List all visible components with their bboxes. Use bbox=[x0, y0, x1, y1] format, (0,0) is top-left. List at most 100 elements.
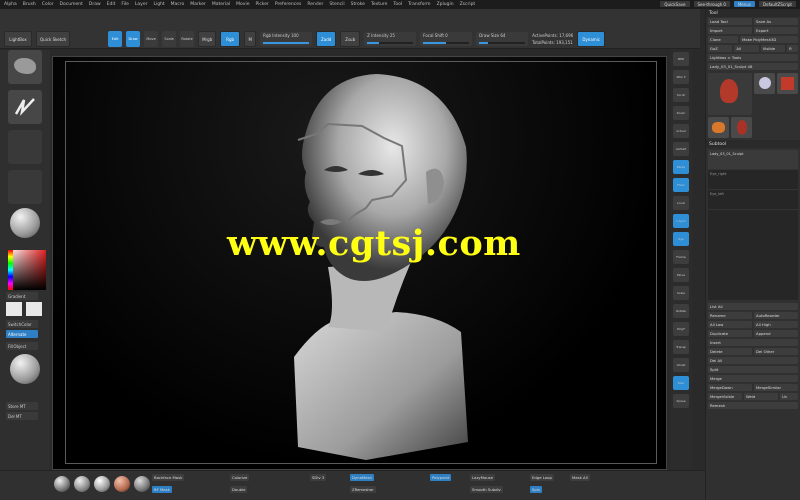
split-button[interactable]: Split bbox=[708, 366, 798, 373]
remesh-button[interactable]: Remesh bbox=[708, 402, 798, 409]
menu-item-layer[interactable]: Layer bbox=[135, 2, 148, 7]
tool-thumb-lady[interactable] bbox=[708, 73, 752, 115]
menu-item-document[interactable]: Document bbox=[60, 2, 83, 7]
lsym-button[interactable]: L.Sym bbox=[673, 214, 689, 228]
menu-item-file[interactable]: File bbox=[121, 2, 129, 7]
bpr-button[interactable]: BPR bbox=[673, 52, 689, 66]
load-tool-button[interactable]: Load Tool bbox=[708, 18, 752, 25]
alpha-thumb[interactable] bbox=[8, 130, 42, 164]
spix-button[interactable]: SPix 3 bbox=[673, 70, 689, 84]
merge-down-button[interactable]: MergeDown bbox=[708, 384, 752, 391]
quick-sketch-button[interactable]: Quick Sketch bbox=[36, 31, 71, 47]
canvas-viewport[interactable]: www.cgtsj.com bbox=[52, 56, 667, 470]
rotate-view-button[interactable]: Rotate bbox=[673, 304, 689, 318]
xyz-button[interactable]: Xyz bbox=[673, 232, 689, 246]
color-picker[interactable] bbox=[8, 250, 46, 290]
del-all-button[interactable]: Del All bbox=[708, 357, 798, 364]
append-button[interactable]: Append bbox=[754, 330, 798, 337]
subtool-item[interactable]: Lady_03_01_Sculpt bbox=[708, 150, 798, 170]
menu-item-light[interactable]: Light bbox=[153, 2, 164, 7]
persp-button[interactable]: Persp bbox=[673, 160, 689, 174]
z-intensity-slider[interactable]: Z Intensity 25 bbox=[364, 32, 417, 46]
material-swatch[interactable] bbox=[54, 476, 70, 492]
mrgb-button[interactable]: Mrgb bbox=[198, 31, 217, 47]
fill-object-button[interactable]: FillObject bbox=[6, 342, 38, 350]
material-swatch[interactable] bbox=[114, 476, 130, 492]
move-button[interactable]: Move bbox=[144, 31, 159, 47]
ghost-button[interactable]: Ghost bbox=[673, 358, 689, 372]
scale-button[interactable]: Scale bbox=[162, 31, 177, 47]
sdiv-slider[interactable]: SDiv 3 bbox=[310, 474, 327, 481]
spin-button[interactable]: Spin bbox=[530, 486, 543, 493]
solo-button[interactable]: Solo bbox=[673, 376, 689, 390]
double-button[interactable]: Double bbox=[230, 486, 248, 493]
lightbox-tools-button[interactable]: Lightbox > Tools bbox=[708, 54, 798, 61]
draw-size-slider[interactable]: Draw Size 64 bbox=[476, 32, 529, 46]
secondary-color-swatch[interactable] bbox=[26, 302, 42, 316]
stroke-freehand-thumb[interactable] bbox=[8, 90, 42, 124]
merge-similar-button[interactable]: MergeSimilar bbox=[754, 384, 798, 391]
xpose-button[interactable]: Xpose bbox=[673, 394, 689, 408]
mask-all-button[interactable]: Mask All bbox=[570, 474, 590, 481]
current-tool-name[interactable]: Lady_03_01_Sculpt 48 bbox=[708, 63, 798, 70]
rotate-button[interactable]: Rotate bbox=[180, 31, 195, 47]
weld-button[interactable]: Weld bbox=[744, 393, 778, 400]
subtool-item[interactable]: Eye_right bbox=[708, 170, 798, 190]
menu-item-edit[interactable]: Edit bbox=[107, 2, 116, 7]
texture-thumb[interactable] bbox=[8, 170, 42, 204]
tool-thumb-cylinder[interactable] bbox=[754, 73, 775, 94]
menu-item-material[interactable]: Material bbox=[212, 2, 230, 7]
rename-button[interactable]: Rename bbox=[708, 312, 752, 319]
menu-item-zplugin[interactable]: Zplugin bbox=[437, 2, 454, 7]
menus-button[interactable]: Menus bbox=[733, 1, 756, 7]
all-button[interactable]: All bbox=[734, 45, 759, 52]
gradient-toggle[interactable]: Gradient bbox=[6, 292, 38, 300]
menu-item-stroke[interactable]: Stroke bbox=[351, 2, 365, 7]
edge-loop-button[interactable]: Edge Loop bbox=[530, 474, 554, 481]
menu-item-picker[interactable]: Picker bbox=[255, 2, 268, 7]
frame-button[interactable]: Frame bbox=[673, 250, 689, 264]
menu-item-macro[interactable]: Macro bbox=[171, 2, 185, 7]
dynamesh-button[interactable]: DynaMesh bbox=[350, 474, 374, 481]
zremesher-button[interactable]: ZRemesher bbox=[350, 486, 376, 493]
polyf-button[interactable]: PolyF bbox=[673, 322, 689, 336]
export-button[interactable]: Export bbox=[754, 27, 798, 34]
transp-button[interactable]: Transp bbox=[673, 340, 689, 354]
matcap-sphere[interactable] bbox=[10, 354, 40, 384]
m-button[interactable]: M bbox=[244, 31, 257, 47]
menu-item-movie[interactable]: Movie bbox=[236, 2, 249, 7]
store-mt-button[interactable]: Store MT bbox=[6, 402, 38, 410]
delete-button[interactable]: Delete bbox=[708, 348, 752, 355]
menu-item-brush[interactable]: Brush bbox=[23, 2, 36, 7]
polypaint-button[interactable]: Polypaint bbox=[430, 474, 452, 481]
subtool-item[interactable]: Eye_left bbox=[708, 190, 798, 210]
colorize-button[interactable]: Colorize bbox=[230, 474, 250, 481]
zadd-button[interactable]: Zadd bbox=[316, 31, 337, 47]
auto-reorder-button[interactable]: AutoReorder bbox=[754, 312, 798, 319]
all-high-button[interactable]: All High bbox=[754, 321, 798, 328]
menu-item-render[interactable]: Render bbox=[307, 2, 323, 7]
tool-panel-title[interactable]: Tool bbox=[706, 9, 800, 17]
del-mt-button[interactable]: Del MT bbox=[6, 412, 38, 420]
alternate-button[interactable]: Alternate bbox=[6, 330, 38, 338]
material-sphere[interactable] bbox=[10, 208, 40, 238]
visible-button[interactable]: Visible bbox=[760, 45, 786, 52]
menu-item-zscript[interactable]: Zscript bbox=[460, 2, 476, 7]
menu-item-texture[interactable]: Texture bbox=[371, 2, 387, 7]
local-button[interactable]: Local bbox=[673, 196, 689, 210]
draw-button[interactable]: Draw bbox=[126, 31, 141, 47]
material-swatch[interactable] bbox=[74, 476, 90, 492]
zoom-button[interactable]: Zoom bbox=[673, 106, 689, 120]
clone-button[interactable]: Clone bbox=[708, 36, 738, 43]
actual-button[interactable]: Actual bbox=[673, 124, 689, 138]
rgb-button[interactable]: Rgb bbox=[220, 31, 241, 47]
tool-thumb-simplebrush[interactable] bbox=[708, 117, 729, 138]
dynamic-button[interactable]: Dynamic bbox=[577, 31, 606, 47]
main-color-swatch[interactable] bbox=[6, 302, 22, 316]
goz-button[interactable]: GoZ bbox=[708, 45, 733, 52]
menu-item-marker[interactable]: Marker bbox=[190, 2, 206, 7]
tool-thumb-sculpt[interactable] bbox=[731, 117, 752, 138]
insert-button[interactable]: Insert bbox=[708, 339, 798, 346]
all-low-button[interactable]: All Low bbox=[708, 321, 752, 328]
edit-button[interactable]: Edit bbox=[108, 31, 123, 47]
